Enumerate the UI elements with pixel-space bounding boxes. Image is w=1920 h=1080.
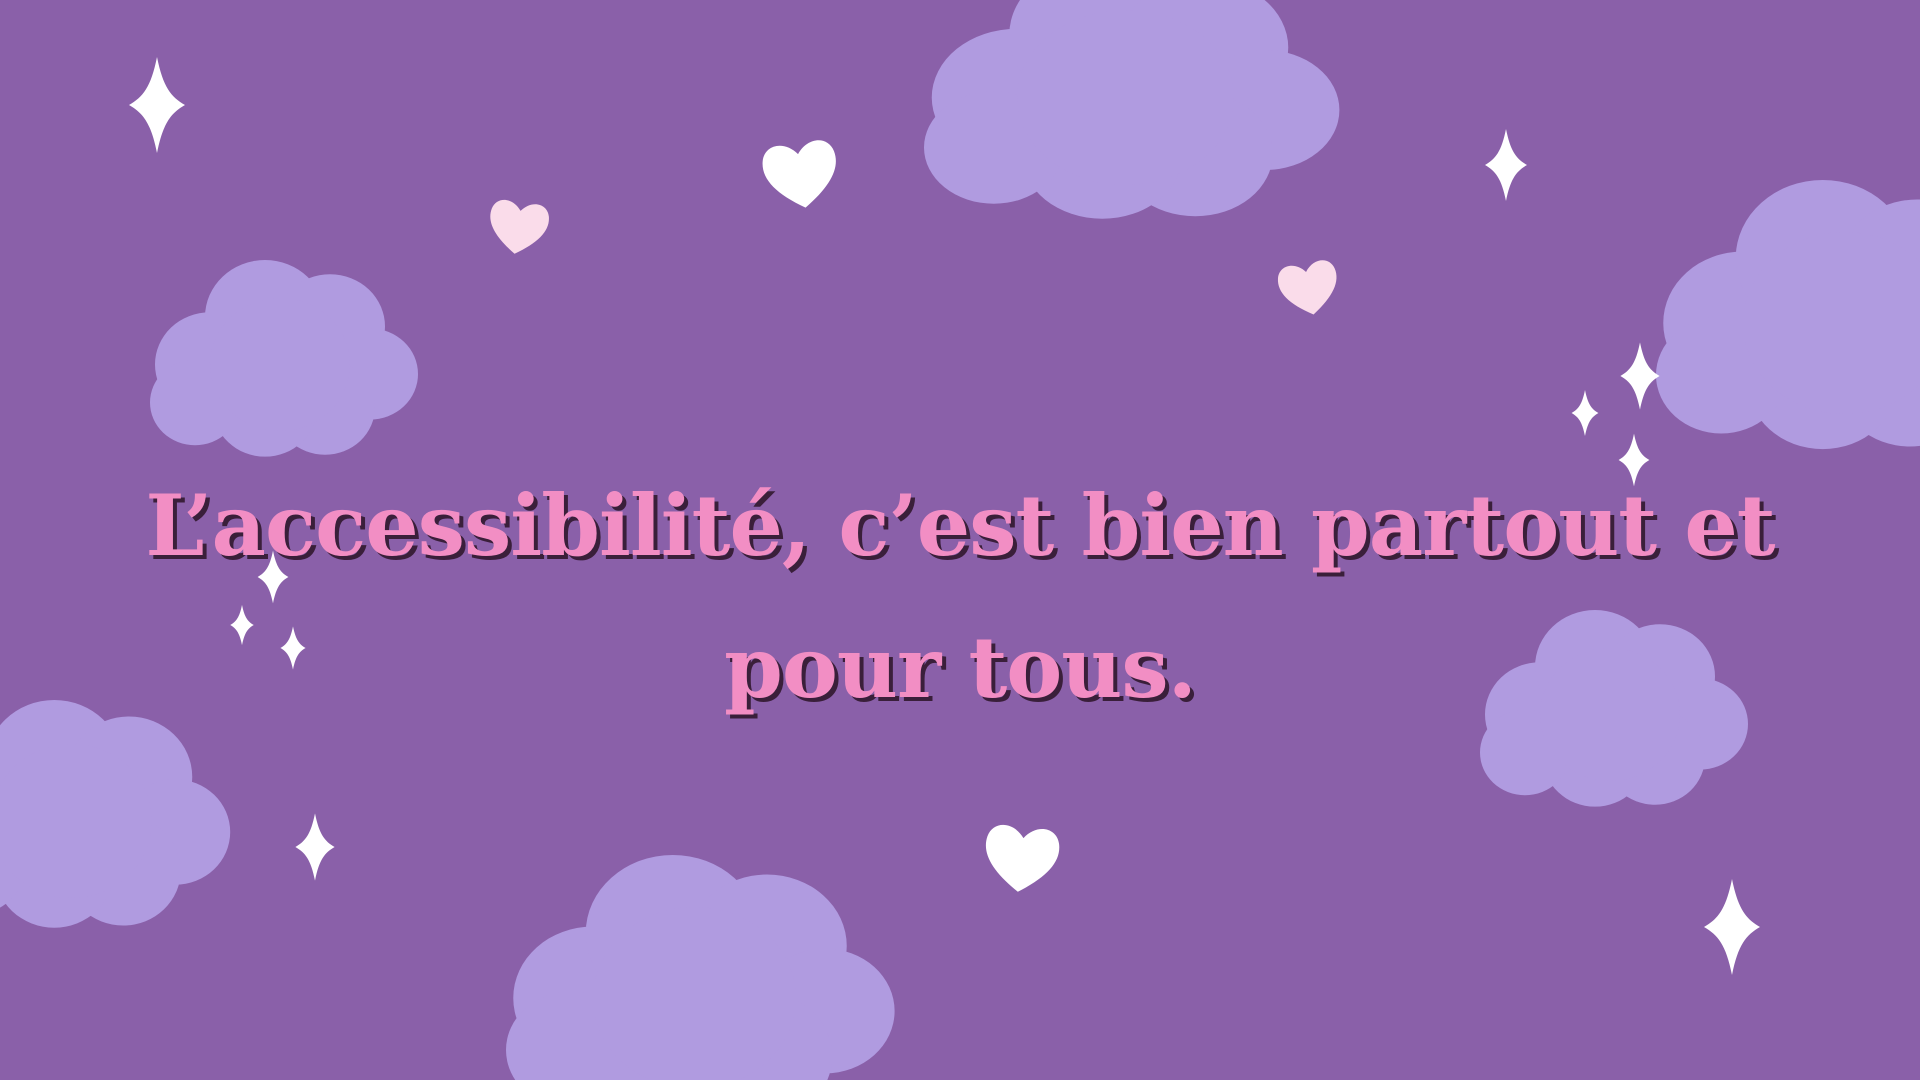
sparkle-icon: [1571, 389, 1599, 437]
slide-headline: L’accessibilité, c’est bien partout et p…: [0, 455, 1920, 739]
sparkle-icon: [1620, 342, 1660, 410]
heart-icon: [1275, 258, 1343, 320]
cloud-icon: [150, 260, 418, 457]
heart-icon: [981, 823, 1062, 896]
headline-line-2: pour tous.: [724, 618, 1197, 717]
cloud-icon: [1656, 180, 1920, 450]
sparkle-icon: [1485, 129, 1527, 201]
headline-line-1: L’accessibilité, c’est bien partout et: [145, 476, 1775, 575]
cloud-icon: [506, 855, 895, 1080]
sparkle-icon: [129, 57, 185, 153]
sparkle-icon: [295, 813, 335, 881]
heart-icon: [485, 198, 551, 258]
sparkle-icon: [1704, 879, 1760, 975]
cloud-icon: [924, 0, 1340, 219]
heart-icon: [760, 138, 842, 213]
